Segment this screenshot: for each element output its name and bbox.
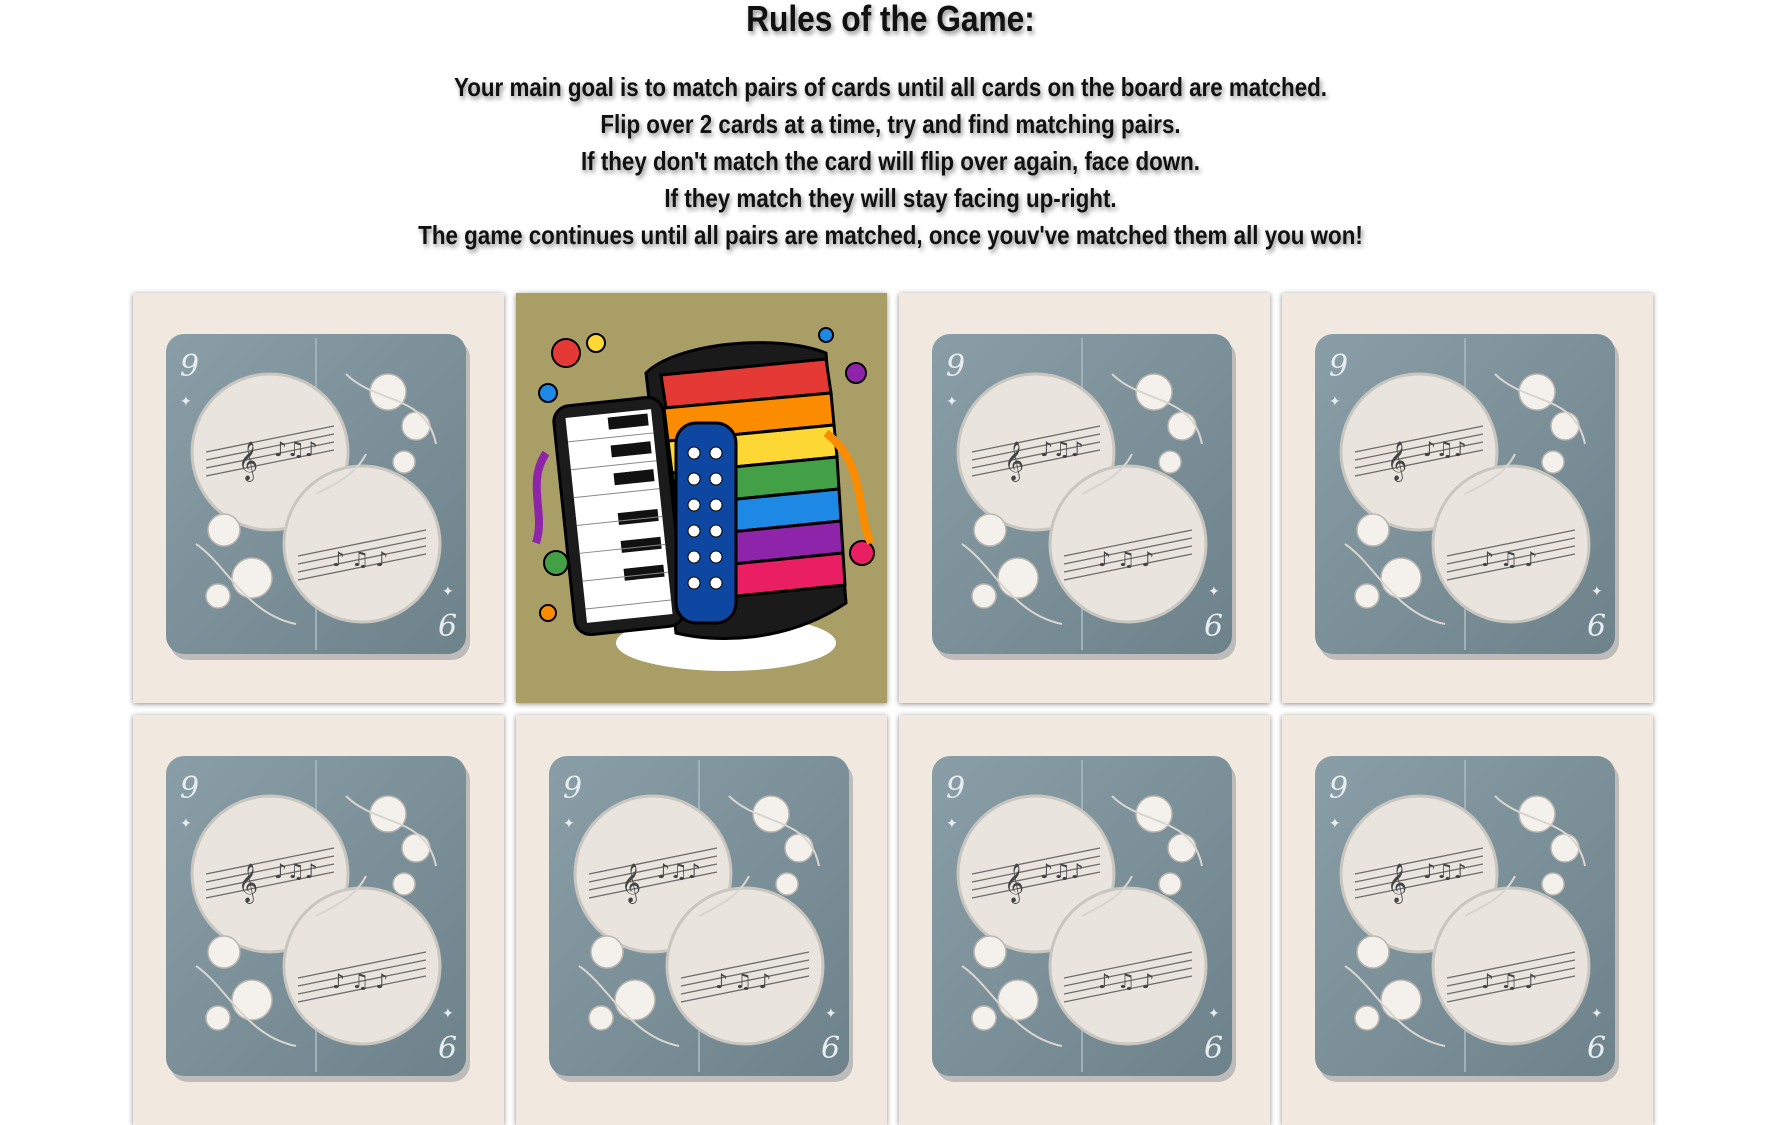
svg-text:♪ ♫ ♪: ♪ ♫ ♪ [1098, 547, 1154, 571]
svg-text:9: 9 [1329, 771, 1348, 806]
svg-text:✦: ✦ [1329, 816, 1341, 832]
svg-text:✦: ✦ [1591, 584, 1603, 600]
rules-section: Rules of the Game: Your main goal is to … [0, 0, 1781, 254]
svg-text:✦: ✦ [1329, 394, 1341, 410]
svg-text:9: 9 [1329, 349, 1348, 384]
svg-text:✦: ✦ [946, 394, 958, 410]
music-card-back-icon: 𝄞 ♪♫♪ ♪ ♫ ♪ 9 6 ✦ ✦ [549, 756, 853, 1082]
svg-text:✦: ✦ [442, 1006, 454, 1022]
rules-line: If they don't match the card will flip o… [580, 146, 1201, 176]
svg-text:6: 6 [1204, 609, 1223, 644]
rules-line: Your main goal is to match pairs of card… [453, 72, 1328, 102]
svg-text:9: 9 [946, 771, 965, 806]
music-card-back-icon: 𝄞 ♪♫♪ ♪ ♫ ♪ 9 6 ✦ ✦ [1315, 334, 1619, 660]
svg-text:♪ ♫ ♪: ♪ ♫ ♪ [332, 969, 388, 993]
music-card-back-icon: 𝄞 ♪♫♪ ♪ ♫ ♪ 9 6 ✦ ✦ [166, 334, 470, 660]
memory-card-face-down[interactable]: 𝄞 ♪♫♪ ♪ ♫ ♪ 9 6 ✦ ✦ [1282, 293, 1653, 703]
svg-text:♪ ♫ ♪: ♪ ♫ ♪ [1481, 547, 1537, 571]
music-card-back-icon: 𝄞 ♪♫♪ ♪ ♫ ♪ 9 6 ✦ ✦ [1315, 756, 1619, 1082]
rules-list: Your main goal is to match pairs of card… [0, 69, 1781, 254]
memory-card-face-down[interactable]: 𝄞 ♪♫♪ ♪ ♫ ♪ 9 6 ✦ ✦ [1282, 715, 1653, 1125]
game-board: 𝄞 ♪♫♪ ♪ ♫ ♪ 9 6 ✦ ✦ 𝄞 ♪♫♪ ♪ ♫ ♪ 9 6 ✦ ✦ … [133, 293, 1655, 1125]
rules-line: If they match they will stay facing up-r… [664, 183, 1117, 213]
accordion-icon [532, 327, 875, 671]
memory-card-face-up[interactable] [516, 293, 887, 703]
svg-text:𝄞: 𝄞 [238, 863, 258, 904]
svg-text:✦: ✦ [1591, 1006, 1603, 1022]
music-card-back-icon: 𝄞 ♪♫♪ ♪ ♫ ♪ 9 6 ✦ ✦ [932, 756, 1236, 1082]
svg-text:✦: ✦ [180, 816, 192, 832]
memory-card-face-down[interactable]: 𝄞 ♪♫♪ ♪ ♫ ♪ 9 6 ✦ ✦ [899, 293, 1270, 703]
svg-text:9: 9 [563, 771, 582, 806]
svg-text:𝄞: 𝄞 [1387, 863, 1407, 904]
svg-text:6: 6 [1587, 609, 1606, 644]
svg-text:✦: ✦ [180, 394, 192, 410]
svg-text:9: 9 [180, 349, 199, 384]
svg-text:6: 6 [821, 1031, 840, 1066]
svg-text:6: 6 [1204, 1031, 1223, 1066]
svg-text:♪♫♪: ♪♫♪ [1040, 437, 1083, 461]
memory-card-face-down[interactable]: 𝄞 ♪♫♪ ♪ ♫ ♪ 9 6 ✦ ✦ [899, 715, 1270, 1125]
svg-text:✦: ✦ [825, 1006, 837, 1022]
svg-text:𝄞: 𝄞 [1004, 863, 1024, 904]
svg-text:♪♫♪: ♪♫♪ [274, 437, 317, 461]
rules-line: Flip over 2 cards at a time, try and fin… [600, 109, 1181, 139]
svg-text:✦: ✦ [946, 816, 958, 832]
svg-text:6: 6 [438, 609, 457, 644]
svg-text:6: 6 [1587, 1031, 1606, 1066]
svg-text:9: 9 [180, 771, 199, 806]
svg-text:6: 6 [438, 1031, 457, 1066]
music-card-back-icon: 𝄞 ♪♫♪ ♪ ♫ ♪ 9 6 ✦ ✦ [166, 756, 470, 1082]
rules-title: Rules of the Game: [746, 0, 1035, 39]
music-card-back-icon: 𝄞 ♪♫♪ ♪ ♫ ♪ 9 6 ✦ ✦ [932, 334, 1236, 660]
svg-text:𝄞: 𝄞 [1004, 441, 1024, 482]
svg-text:♪ ♫ ♪: ♪ ♫ ♪ [332, 547, 388, 571]
svg-text:9: 9 [946, 349, 965, 384]
memory-card-face-down[interactable]: 𝄞 ♪♫♪ ♪ ♫ ♪ 9 6 ✦ ✦ [133, 293, 504, 703]
svg-text:♪♫♪: ♪♫♪ [1423, 859, 1466, 883]
svg-text:♪ ♫ ♪: ♪ ♫ ♪ [715, 969, 771, 993]
svg-text:✦: ✦ [1208, 1006, 1220, 1022]
svg-text:✦: ✦ [442, 584, 454, 600]
svg-text:♪ ♫ ♪: ♪ ♫ ♪ [1098, 969, 1154, 993]
rules-line: The game continues until all pairs are m… [418, 220, 1363, 250]
svg-text:✦: ✦ [1208, 584, 1220, 600]
svg-text:♪ ♫ ♪: ♪ ♫ ♪ [1481, 969, 1537, 993]
memory-card-face-down[interactable]: 𝄞 ♪♫♪ ♪ ♫ ♪ 9 6 ✦ ✦ [516, 715, 887, 1125]
svg-text:𝄞: 𝄞 [238, 441, 258, 482]
svg-text:𝄞: 𝄞 [1387, 441, 1407, 482]
svg-text:✦: ✦ [563, 816, 575, 832]
svg-text:♪♫♪: ♪♫♪ [657, 859, 700, 883]
svg-text:♪♫♪: ♪♫♪ [274, 859, 317, 883]
svg-text:♪♫♪: ♪♫♪ [1423, 437, 1466, 461]
svg-text:𝄞: 𝄞 [621, 863, 641, 904]
memory-card-face-down[interactable]: 𝄞 ♪♫♪ ♪ ♫ ♪ 9 6 ✦ ✦ [133, 715, 504, 1125]
svg-text:♪♫♪: ♪♫♪ [1040, 859, 1083, 883]
